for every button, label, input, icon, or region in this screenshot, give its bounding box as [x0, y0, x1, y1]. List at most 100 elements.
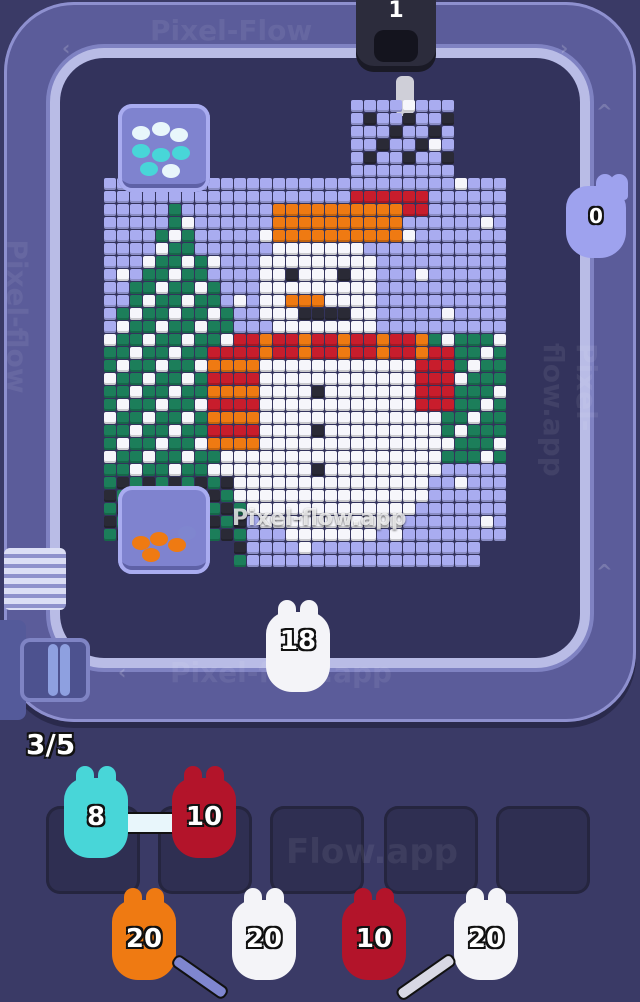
pixel: [312, 217, 324, 229]
pixel: [195, 243, 207, 255]
pixel: [377, 295, 389, 307]
pixel: [455, 373, 467, 385]
pixel: [442, 321, 454, 333]
pixel: [260, 347, 272, 359]
pixel: [221, 295, 233, 307]
pixel: [468, 256, 480, 268]
pixel: [260, 555, 272, 567]
rabbit-queue-3[interactable]: 10: [342, 888, 406, 980]
pixel: [338, 308, 350, 320]
pixel: [455, 243, 467, 255]
pixel: [442, 282, 454, 294]
pixel: [429, 243, 441, 255]
watermark-slots: Flow.app: [286, 832, 459, 872]
rabbit-queue-4[interactable]: 20: [454, 888, 518, 980]
pixel: [416, 321, 428, 333]
pixel: [455, 412, 467, 424]
pixel: [377, 191, 389, 203]
pixel: [377, 204, 389, 216]
pixel: [390, 295, 402, 307]
pixel: [273, 373, 285, 385]
pixel: [377, 555, 389, 567]
pixel: [208, 451, 220, 463]
pixel: [481, 269, 493, 281]
pixel: [299, 490, 311, 502]
watermark-right: Pixel-flow.app: [537, 343, 603, 477]
pixel: [325, 451, 337, 463]
pixel: [481, 412, 493, 424]
pixel: [299, 308, 311, 320]
rabbit-queue-1[interactable]: 20: [112, 888, 176, 980]
pixel: [351, 217, 363, 229]
pixel: [234, 204, 246, 216]
pixel: [104, 477, 116, 489]
pixel: [325, 490, 337, 502]
pixel: [182, 217, 194, 229]
pixel: [169, 295, 181, 307]
pixel: [455, 542, 467, 554]
pixel: [260, 243, 272, 255]
pixel: [494, 243, 506, 255]
pixel: [234, 321, 246, 333]
pixel: [442, 243, 454, 255]
pixel: [364, 295, 376, 307]
rabbit-track-right[interactable]: 0: [566, 174, 628, 258]
pixel: [351, 451, 363, 463]
pixel: [130, 438, 142, 450]
pixel: [364, 490, 376, 502]
pixel: [494, 464, 506, 476]
pixel: [117, 204, 129, 216]
pixel: [481, 503, 493, 515]
pixel: [247, 191, 259, 203]
pixel: [195, 321, 207, 333]
pixel: [117, 399, 129, 411]
pixel: [143, 295, 155, 307]
pixel: [169, 282, 181, 294]
pixel: [143, 256, 155, 268]
pixel: [273, 334, 285, 346]
pixel: [364, 256, 376, 268]
pixel: [130, 230, 142, 242]
pixel: [208, 321, 220, 333]
pixel: [364, 217, 376, 229]
pixel: [234, 243, 246, 255]
pixel: [442, 217, 454, 229]
pixel: [312, 347, 324, 359]
launcher[interactable]: [20, 638, 90, 702]
pixel: [494, 282, 506, 294]
pixel: [299, 230, 311, 242]
pixel: [468, 178, 480, 190]
pixel: [351, 282, 363, 294]
pixel: [325, 360, 337, 372]
pixel: [169, 321, 181, 333]
pixel: [390, 347, 402, 359]
pixel: [286, 438, 298, 450]
pixel: [117, 217, 129, 229]
pixel: [273, 464, 285, 476]
pixel: [416, 126, 428, 138]
pixel: [117, 438, 129, 450]
rabbit-slot-2[interactable]: 10: [172, 766, 236, 858]
pixel: [208, 425, 220, 437]
rabbit-track-bottom[interactable]: 18: [266, 600, 330, 692]
queue-link: [169, 952, 231, 1002]
pixel: [234, 217, 246, 229]
pixel: [494, 217, 506, 229]
pixel: [325, 399, 337, 411]
pixel: [260, 334, 272, 346]
pixel: [208, 438, 220, 450]
pixel: [299, 321, 311, 333]
rabbit-queue-2[interactable]: 20: [232, 888, 296, 980]
pixel: [403, 425, 415, 437]
pixel: [143, 230, 155, 242]
pixel: [403, 477, 415, 489]
slot-5[interactable]: [496, 806, 590, 894]
egg-bin-orange[interactable]: [118, 486, 210, 574]
egg-bin-cyan[interactable]: [118, 104, 210, 192]
pixel: [351, 204, 363, 216]
pixel: [377, 165, 389, 177]
rabbit-slot-1[interactable]: 8: [64, 766, 128, 858]
pixel: [403, 334, 415, 346]
pixel: [468, 347, 480, 359]
pixel: [390, 230, 402, 242]
